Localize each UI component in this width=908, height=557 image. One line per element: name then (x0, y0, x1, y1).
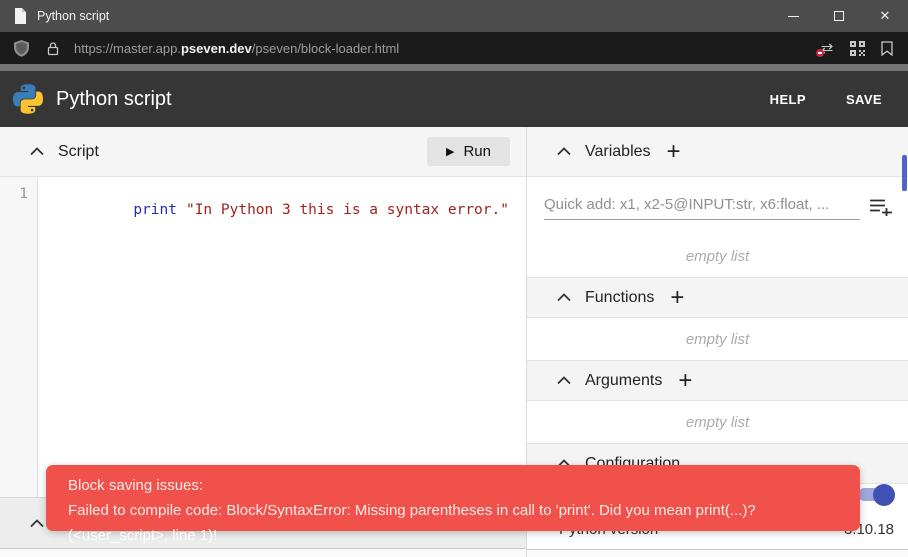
address-bar: https://master.app.pseven.dev/pseven/blo… (0, 32, 908, 64)
variables-empty: empty list (527, 235, 908, 277)
collapse-script-icon[interactable] (30, 147, 44, 156)
add-variable-button[interactable]: + (667, 142, 681, 162)
lock-icon[interactable] (40, 35, 66, 61)
python-logo-icon (13, 84, 43, 114)
arguments-title: Arguments (585, 372, 662, 390)
playlist-add-icon[interactable] (870, 196, 892, 216)
left-footer (0, 548, 526, 557)
code-editor[interactable]: 1 print "In Python 3 this is a syntax err… (0, 177, 526, 497)
arguments-header: Arguments + (527, 360, 908, 401)
close-button[interactable]: ✕ (862, 0, 908, 32)
functions-empty: empty list (527, 318, 908, 360)
bookmark-icon[interactable] (872, 35, 902, 61)
url-domain: pseven.dev (181, 41, 252, 56)
quick-add-input[interactable] (544, 192, 860, 220)
shield-icon[interactable] (8, 35, 34, 61)
help-button[interactable]: HELP (756, 82, 820, 117)
variables-title: Variables (585, 143, 651, 161)
toggle-switch[interactable] (858, 488, 892, 501)
minimize-button[interactable] (770, 0, 816, 32)
add-function-button[interactable]: + (670, 288, 684, 308)
url-text[interactable]: https://master.app.pseven.dev/pseven/blo… (74, 41, 812, 56)
app-window: Python script ✕ https://master.app.pseve… (0, 0, 908, 557)
collapse-arguments-icon[interactable] (557, 376, 571, 385)
add-argument-button[interactable]: + (678, 371, 692, 391)
functions-title: Functions (585, 289, 654, 307)
right-footer (527, 550, 908, 557)
collapse-variables-icon[interactable] (557, 147, 571, 156)
line-number-gutter: 1 (0, 177, 38, 497)
window-title: Python script (37, 9, 770, 23)
code-area[interactable]: print "In Python 3 this is a syntax error… (38, 177, 526, 497)
run-button[interactable]: ▶ Run (427, 137, 510, 166)
page-title: Python script (56, 88, 756, 111)
code-keyword: print (133, 202, 177, 218)
script-header: Script ▶ Run (0, 127, 526, 177)
chrome-divider (0, 64, 908, 71)
play-icon: ▶ (446, 145, 454, 158)
collapse-functions-icon[interactable] (557, 293, 571, 302)
code-string: "In Python 3 this is a syntax error." (186, 202, 509, 218)
scrollbar-thumb[interactable] (902, 155, 907, 191)
script-title: Script (58, 143, 99, 161)
os-titlebar: Python script ✕ (0, 0, 908, 32)
variables-header: Variables + (527, 127, 908, 177)
arguments-empty: empty list (527, 401, 908, 443)
line-number: 1 (0, 186, 28, 202)
app-header: Python script HELP SAVE (0, 71, 908, 127)
expand-bottom-panel-icon[interactable] (30, 519, 44, 528)
quick-add-row (527, 177, 908, 235)
sync-disabled-icon[interactable]: ⇄ (812, 35, 842, 61)
toast-line2: Failed to compile code: Block/SyntaxErro… (68, 498, 838, 548)
functions-header: Functions + (527, 277, 908, 318)
maximize-button[interactable] (816, 0, 862, 32)
toggle-knob (873, 484, 895, 506)
save-button[interactable]: SAVE (832, 82, 896, 117)
toast-line1: Block saving issues: (68, 473, 838, 498)
error-toast[interactable]: Block saving issues: Failed to compile c… (46, 465, 860, 531)
page-icon (14, 8, 27, 24)
qr-code-icon[interactable] (842, 35, 872, 61)
